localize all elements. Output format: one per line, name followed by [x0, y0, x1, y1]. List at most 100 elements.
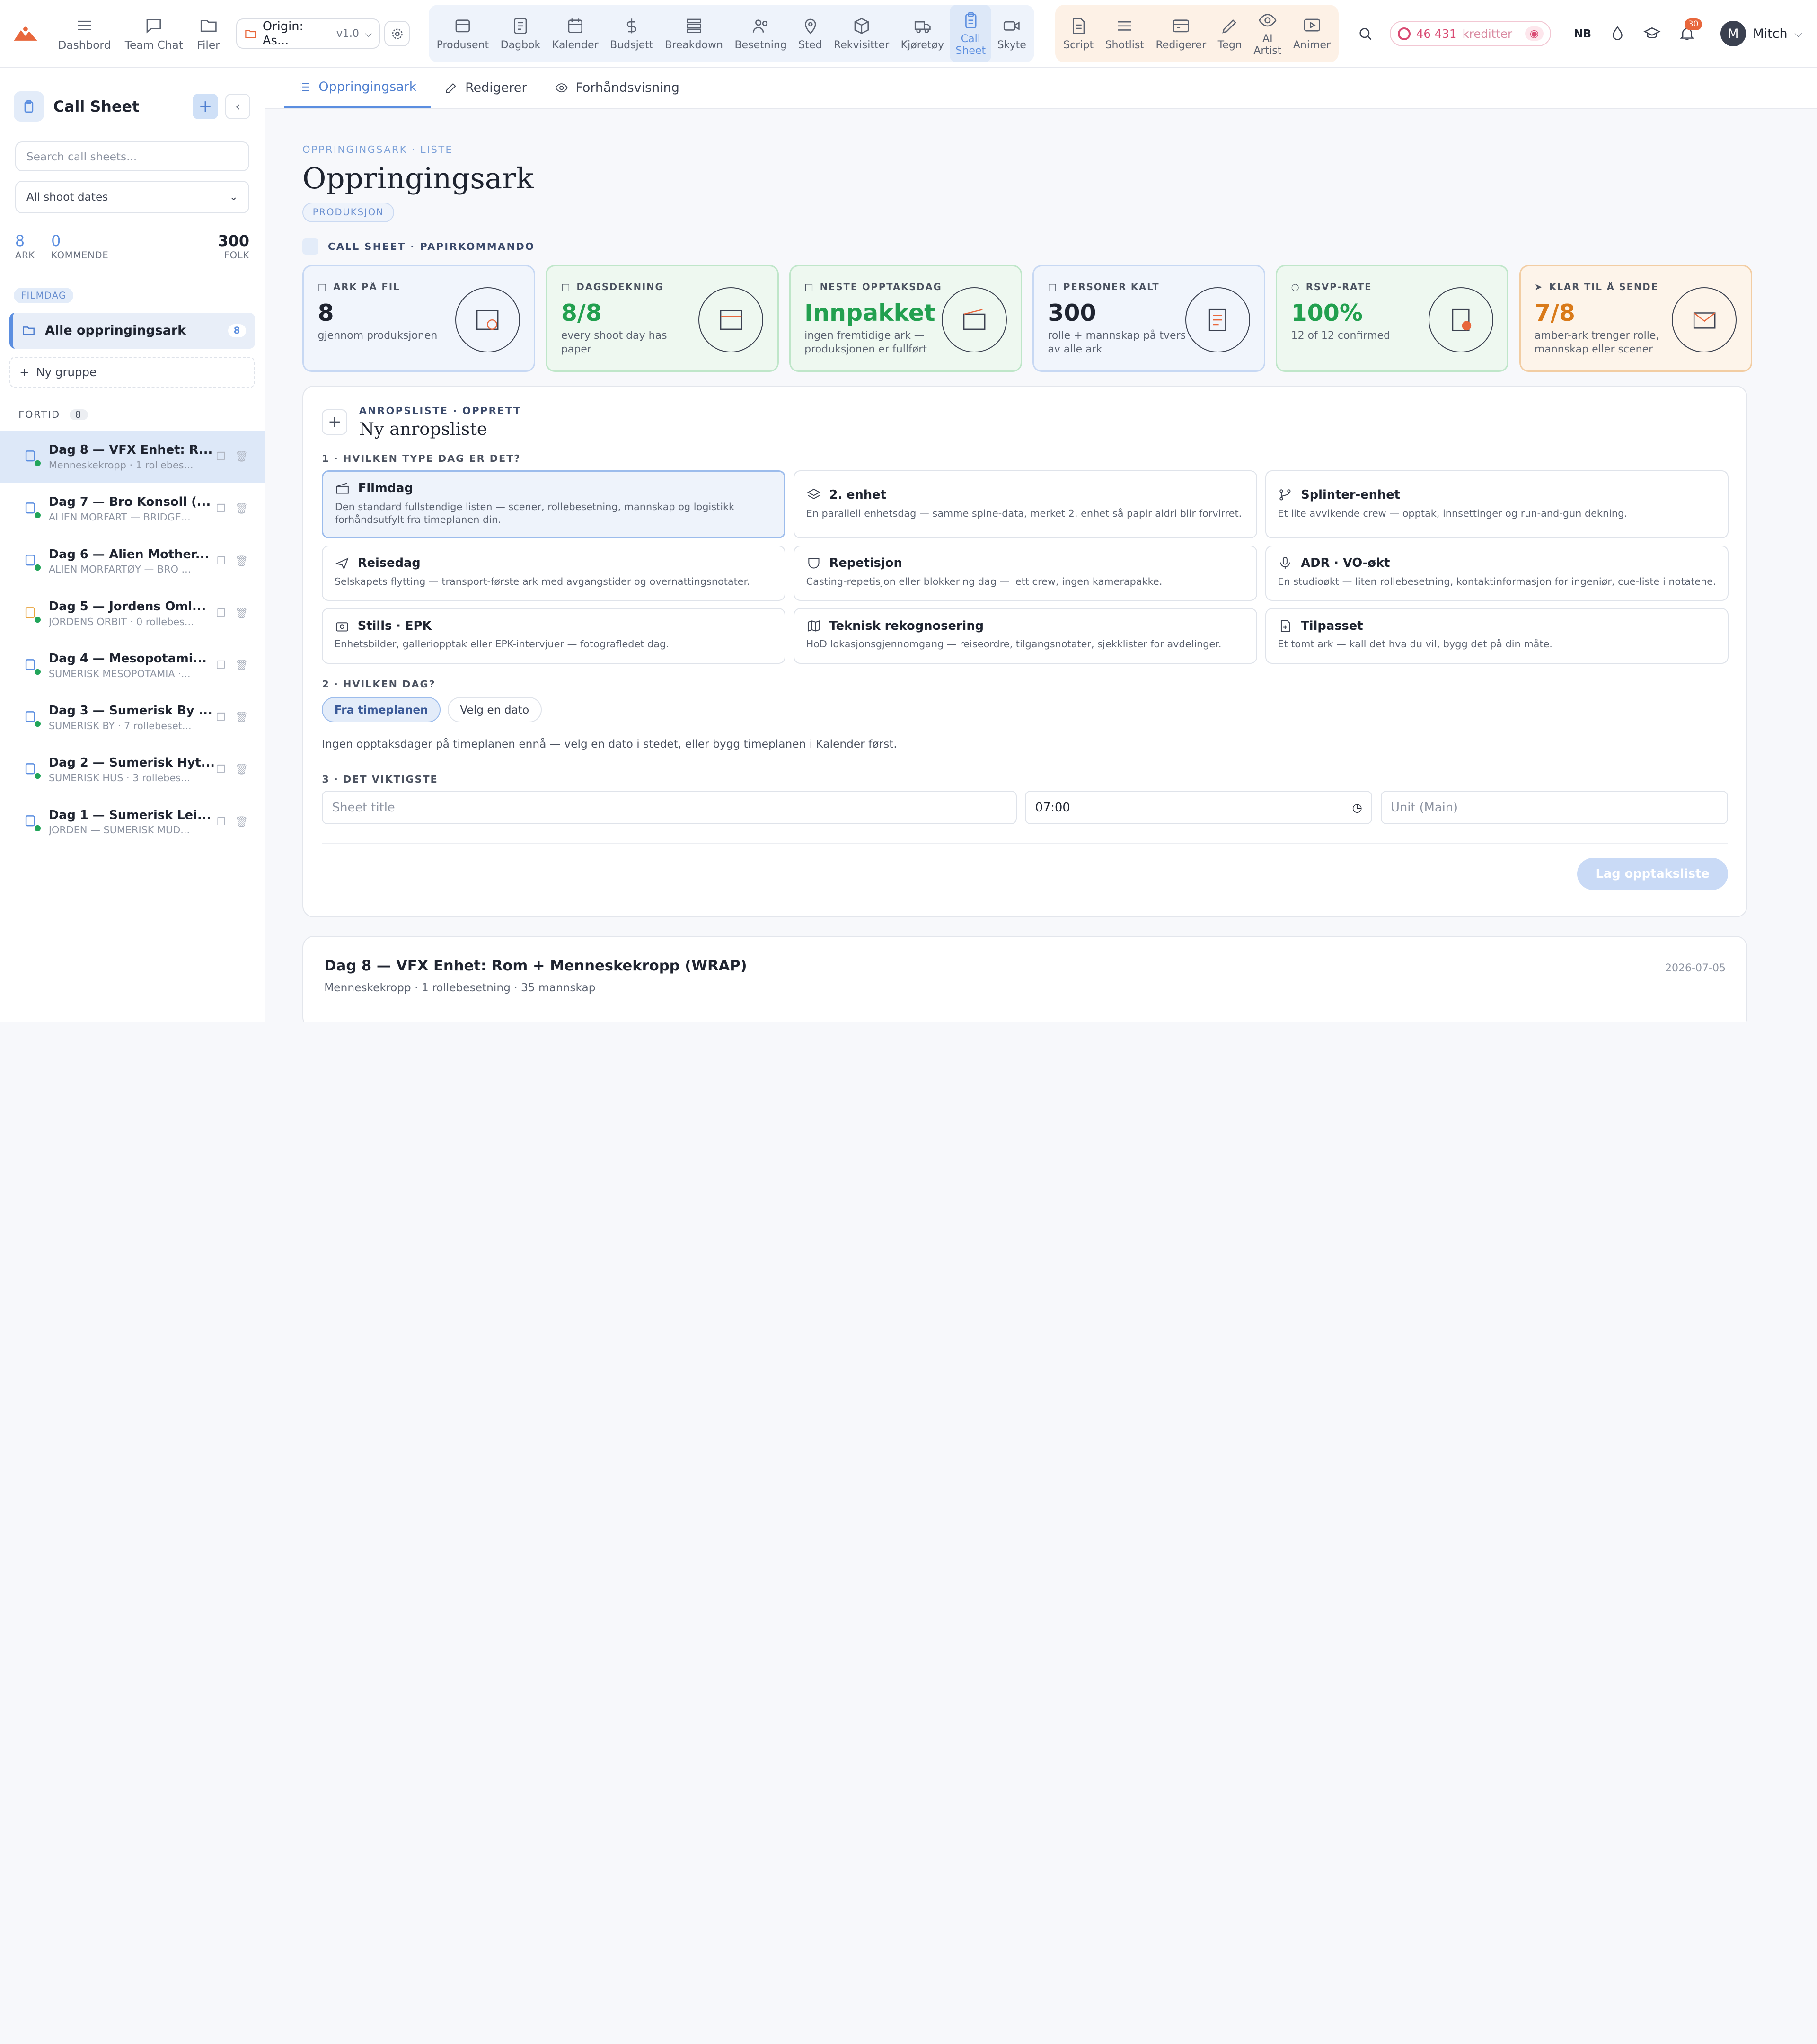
- list-item[interactable]: Dag 3 — Sumerisk By ... SUMERISK BY · 7 r…: [0, 692, 265, 744]
- option-custom[interactable]: Tilpasset Et tomt ark — kall det hva du v…: [1265, 608, 1729, 664]
- list-item[interactable]: Dag 7 — Bro Konsoll (... ALIEN MORFART — …: [0, 483, 265, 535]
- user-menu[interactable]: M Mitch ⌵: [1720, 21, 1802, 47]
- option-adr[interactable]: ADR · VO-økt En studioøkt — liten rollebe…: [1265, 545, 1729, 601]
- option-rehearsal[interactable]: Repetisjon Casting-repetisjon eller blokk…: [794, 545, 1257, 601]
- copy-icon[interactable]: ❐: [216, 816, 226, 828]
- call-time-input[interactable]: 07:00 ◷: [1025, 791, 1373, 825]
- chip-pick-date[interactable]: Velg en dato: [447, 697, 542, 722]
- nav-budget[interactable]: Budsjett: [604, 5, 659, 62]
- nav-shotlist[interactable]: Shotlist: [1099, 5, 1150, 62]
- nav-breakdown[interactable]: Breakdown: [659, 5, 729, 62]
- nav-ai-artist[interactable]: AI Artist: [1248, 5, 1287, 62]
- copy-icon[interactable]: ❐: [216, 764, 226, 775]
- list-item[interactable]: Dag 5 — Jordens Oml... JORDENS ORBIT · 0 …: [0, 587, 265, 639]
- search-input[interactable]: Search call sheets...: [15, 141, 249, 172]
- app-logo[interactable]: [0, 0, 51, 68]
- sidebar-item-all[interactable]: Alle oppringingsark 8: [9, 312, 256, 349]
- nav-call-sheet[interactable]: Call Sheet: [950, 5, 992, 63]
- project-version: v1.0: [336, 27, 359, 40]
- call-sheet-card[interactable]: Dag 8 — VFX Enhet: Rom + Menneskekropp (…: [302, 936, 1748, 1022]
- trash-icon[interactable]: 🗑: [235, 503, 248, 515]
- eye-icon[interactable]: ◉: [1525, 26, 1544, 41]
- project-selector[interactable]: Origin: As... v1.0 ⌵: [236, 18, 380, 49]
- copy-icon[interactable]: ❐: [216, 503, 226, 515]
- unit-input[interactable]: Unit (Main): [1380, 791, 1728, 825]
- nav-editor[interactable]: Redigerer: [1150, 5, 1212, 62]
- nav-files[interactable]: Filer: [190, 5, 227, 62]
- option-film-day[interactable]: Filmdag Den standard fullstendige listen …: [322, 470, 785, 539]
- folder-icon: [23, 326, 35, 335]
- learning-button[interactable]: [1637, 18, 1667, 49]
- notifications-button[interactable]: 30: [1672, 18, 1702, 49]
- tab-call-sheets[interactable]: Oppringingsark: [283, 68, 431, 108]
- create-call-sheet-button[interactable]: Lag opptaksliste: [1577, 857, 1728, 890]
- nav-cast[interactable]: Besetning: [729, 5, 793, 62]
- list-item[interactable]: Dag 8 — VFX Enhet: R... Menneskekropp · 1…: [0, 431, 265, 483]
- credits-label: kreditter: [1462, 26, 1513, 41]
- option-splinter-unit[interactable]: Splinter-enhet Et lite avvikende crew — o…: [1265, 470, 1729, 539]
- film-edit-icon: [1173, 19, 1189, 33]
- list-item[interactable]: Dag 2 — Sumerisk Hyt... SUMERISK HUS · 3 …: [0, 744, 265, 796]
- gear-icon: [392, 28, 403, 39]
- new-group-button[interactable]: + Ny gruppe: [9, 356, 256, 388]
- nav-vehicles[interactable]: Kjøretøy: [895, 5, 950, 62]
- new-group-label: Ny gruppe: [36, 365, 97, 379]
- trash-icon[interactable]: 🗑: [235, 555, 248, 567]
- credits-badge[interactable]: 46 431 kreditter ◉: [1389, 21, 1552, 47]
- nav-props[interactable]: Rekvisitter: [828, 5, 895, 62]
- list-item[interactable]: Dag 4 — Mesopotami... SUMERISK MESOPOTAMI…: [0, 639, 265, 691]
- dollar-icon: [626, 18, 636, 34]
- trash-icon[interactable]: 🗑: [235, 712, 248, 723]
- trash-icon[interactable]: 🗑: [235, 764, 248, 775]
- copy-icon[interactable]: ❐: [216, 451, 226, 463]
- nav-shoot[interactable]: Skyte: [991, 5, 1032, 62]
- chip-from-schedule[interactable]: Fra timeplanen: [322, 697, 441, 722]
- project-settings-button[interactable]: [384, 21, 410, 47]
- nav-label: Breakdown: [665, 39, 723, 52]
- option-second-unit[interactable]: 2. enhet En parallell enhetsdag — samme s…: [794, 470, 1257, 539]
- add-call-sheet-button[interactable]: +: [193, 94, 218, 120]
- schedule-note: Ingen opptaksdager på timeplanen ennå — …: [322, 737, 897, 750]
- nav-label: Dashbord: [58, 39, 111, 52]
- nav-dashboard[interactable]: Dashbord: [51, 5, 118, 62]
- list-item[interactable]: Dag 1 — Sumerisk Lei... JORDEN — SUMERISK…: [0, 796, 265, 848]
- trash-icon[interactable]: 🗑: [235, 451, 248, 463]
- shoot-date-filter[interactable]: All shoot dates ⌄: [15, 181, 249, 213]
- nav-diary[interactable]: Dagbok: [494, 5, 546, 62]
- group-pill[interactable]: FILMDAG: [14, 288, 74, 304]
- nav-animate[interactable]: Animer: [1288, 5, 1337, 62]
- option-stills[interactable]: Stills · EPK Enhetsbilder, galleriopptak …: [322, 608, 785, 664]
- trash-icon[interactable]: 🗑: [235, 660, 248, 671]
- nav-script[interactable]: Script: [1058, 5, 1099, 62]
- language-switch[interactable]: NB: [1568, 18, 1598, 49]
- sheet-title-input[interactable]: Sheet title: [322, 791, 1017, 825]
- collapse-sidebar-button[interactable]: ‹: [225, 94, 251, 120]
- nav-producer[interactable]: Produsent: [431, 5, 494, 62]
- pencil-icon: [1222, 19, 1237, 34]
- droplet-icon: [1612, 26, 1623, 40]
- chevron-down-icon: ⌄: [229, 191, 238, 203]
- people-icon: [752, 19, 767, 33]
- copy-icon[interactable]: ❐: [216, 608, 226, 619]
- nav-location[interactable]: Sted: [793, 5, 828, 62]
- list-item[interactable]: Dag 6 — Alien Mother... ALIEN MORFARTØY —…: [0, 535, 265, 587]
- document-icon: [23, 500, 41, 519]
- logo-icon: [14, 26, 37, 41]
- document-icon: [23, 708, 41, 727]
- option-travel-day[interactable]: Reisedag Selskapets flytting — transport-…: [322, 545, 785, 601]
- nav-draw[interactable]: Tegn: [1212, 5, 1248, 62]
- tab-preview[interactable]: Forhåndsvisning: [541, 68, 693, 108]
- theme-toggle[interactable]: [1602, 18, 1632, 49]
- nav-calendar[interactable]: Kalender: [547, 5, 604, 62]
- stat-card-coverage: □ DAGSDEKNING 8/8 every shoot day has pap…: [546, 265, 779, 372]
- option-tech-scout[interactable]: Teknisk rekognosering HoD lokasjonsgjenno…: [794, 608, 1257, 664]
- copy-icon[interactable]: ❐: [216, 555, 226, 567]
- trash-icon[interactable]: 🗑: [235, 608, 248, 619]
- tab-editor[interactable]: Redigerer: [431, 68, 541, 108]
- credits-amount: 46 431: [1416, 26, 1457, 41]
- trash-icon[interactable]: 🗑: [235, 816, 248, 828]
- nav-team-chat[interactable]: Team Chat: [118, 5, 190, 62]
- copy-icon[interactable]: ❐: [216, 712, 226, 723]
- search-button[interactable]: [1350, 18, 1381, 49]
- copy-icon[interactable]: ❐: [216, 660, 226, 671]
